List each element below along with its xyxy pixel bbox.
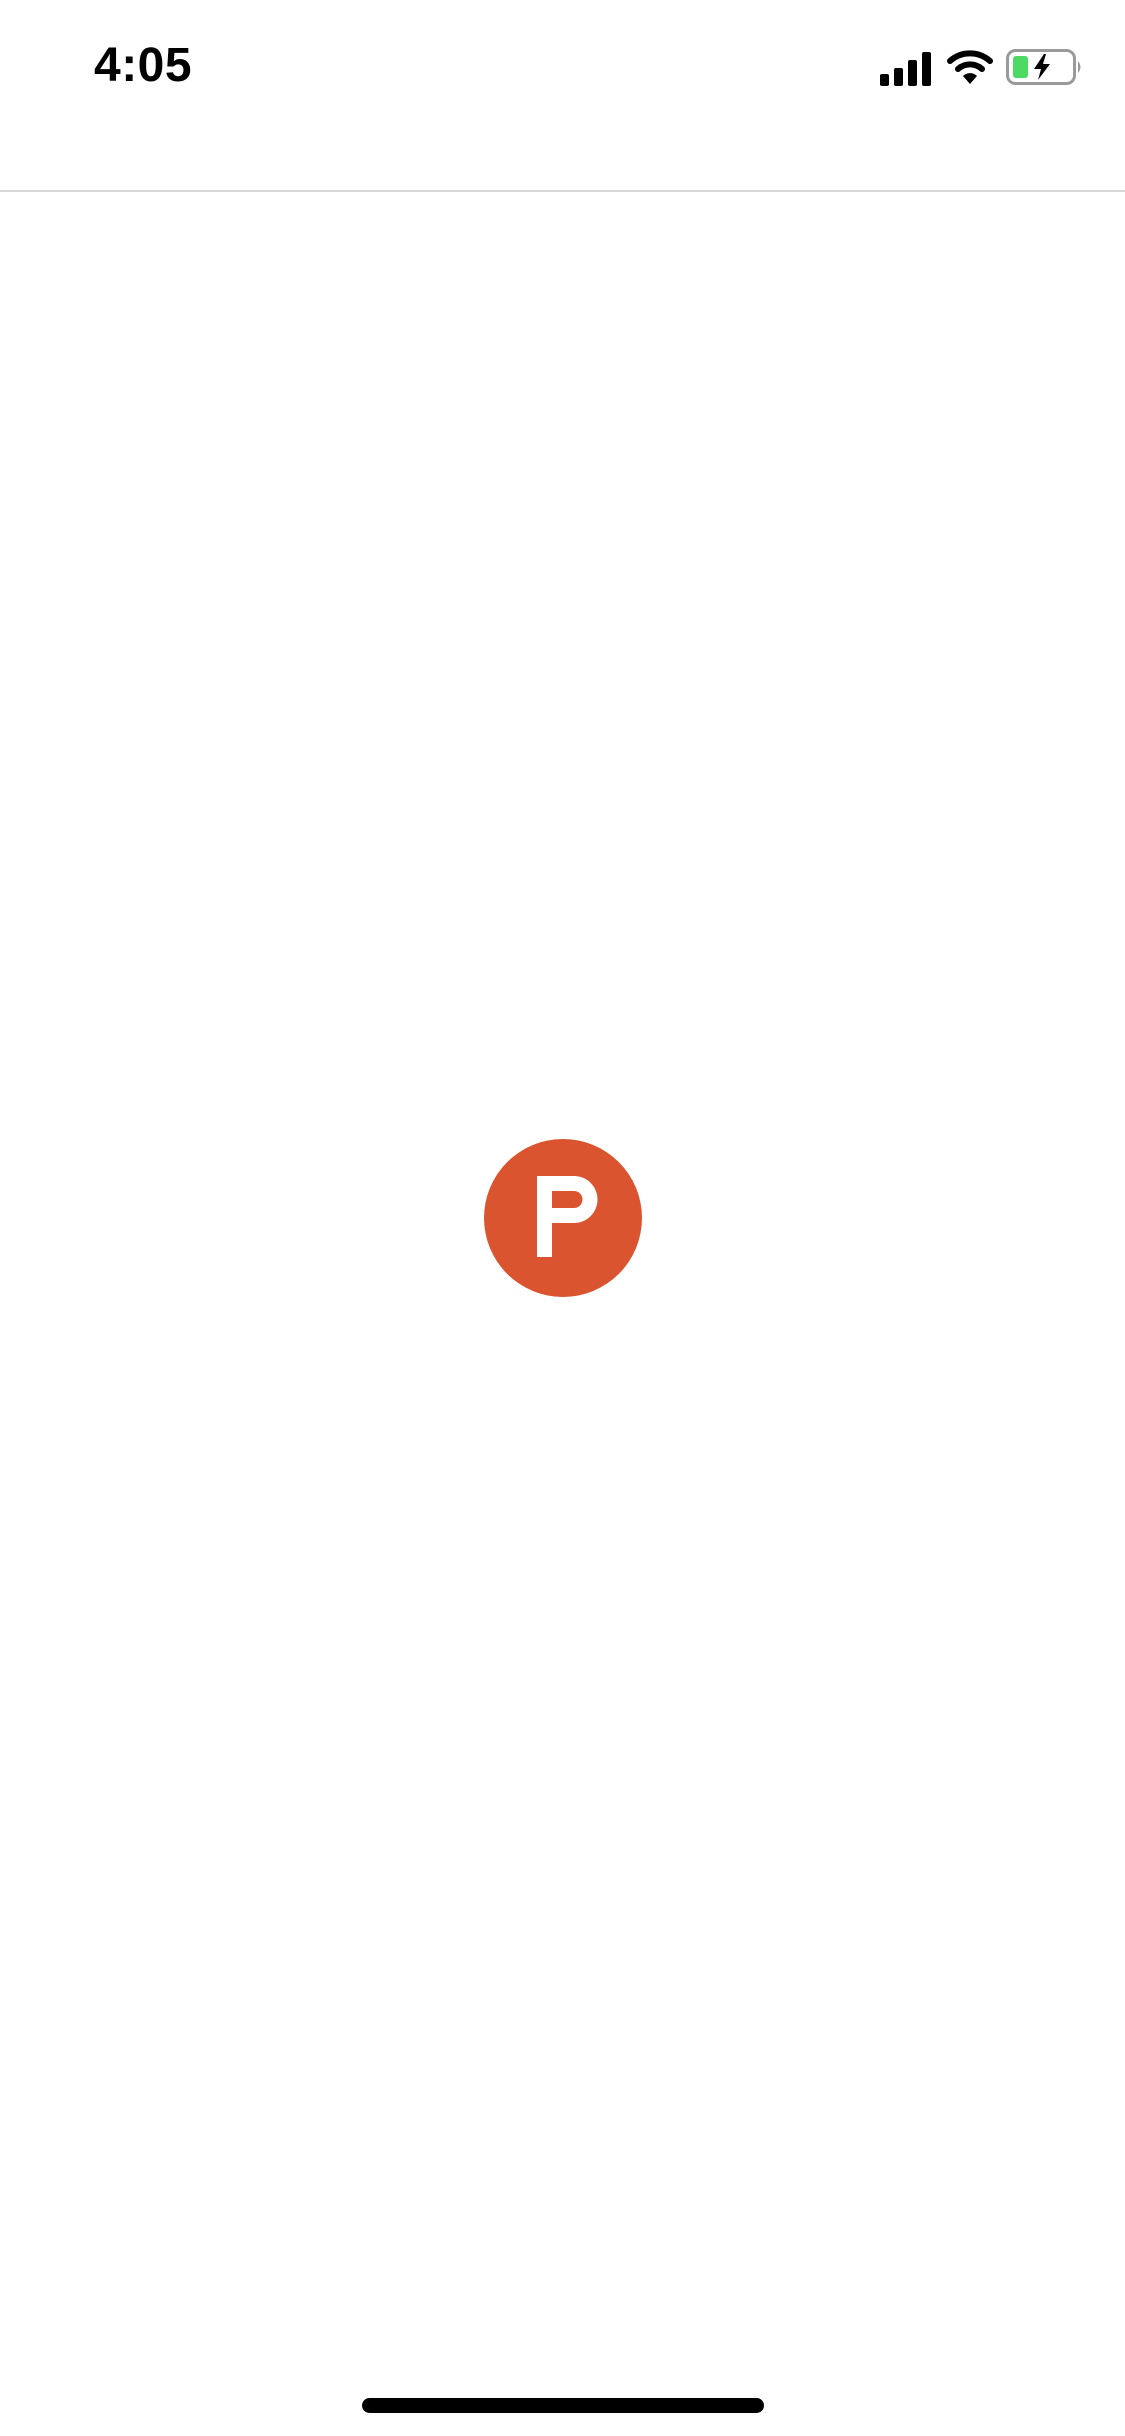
status-bar: 4:05	[0, 0, 1125, 132]
navigation-bar	[0, 132, 1125, 192]
status-time: 4:05	[94, 39, 193, 92]
home-indicator[interactable]	[362, 2398, 764, 2413]
wifi-icon	[947, 50, 993, 84]
battery-charging-icon	[1006, 49, 1081, 85]
product-hunt-logo-icon	[484, 1139, 642, 1297]
cellular-signal-icon	[880, 52, 931, 86]
